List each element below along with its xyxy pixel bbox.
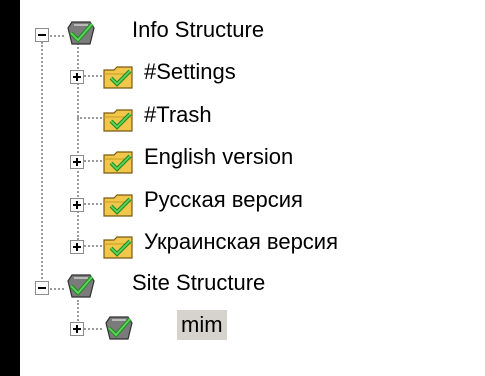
tree-connector [50,288,64,290]
tree-connector [84,328,102,330]
node-label: #Trash [144,102,212,127]
node-label: Русская версия [144,187,303,212]
collapse-toggle[interactable] [35,281,49,295]
folder-check-icon [103,194,133,217]
node-label-selected: mim [177,310,227,340]
collapse-toggle[interactable] [35,28,49,42]
folder-check-icon [103,151,133,174]
node-label: Info Structure [132,17,265,42]
tree-connector [84,160,102,162]
folder-check-icon [103,109,133,132]
tree-connector [77,117,102,119]
expand-toggle[interactable] [70,322,84,336]
node-label: Site Structure [132,270,266,295]
globe-check-icon [67,21,95,45]
folder-check-icon [103,236,133,259]
expand-toggle[interactable] [70,240,84,254]
tree-view[interactable]: Info Structure #Settings #Trash English … [20,0,485,376]
tree-connector [41,42,43,286]
globe-check-icon [67,274,95,298]
expand-toggle[interactable] [70,198,84,212]
node-label: English version [144,144,294,169]
folder-check-icon [103,66,133,89]
expand-toggle[interactable] [70,155,84,169]
globe-check-icon [105,316,133,340]
node-label: #Settings [144,59,236,84]
tree-connector [84,203,102,205]
tree-connector [84,245,102,247]
tree-connector [50,35,64,37]
node-label: Украинская версия [144,229,339,254]
expand-toggle[interactable] [70,70,84,84]
tree-connector [84,75,102,77]
